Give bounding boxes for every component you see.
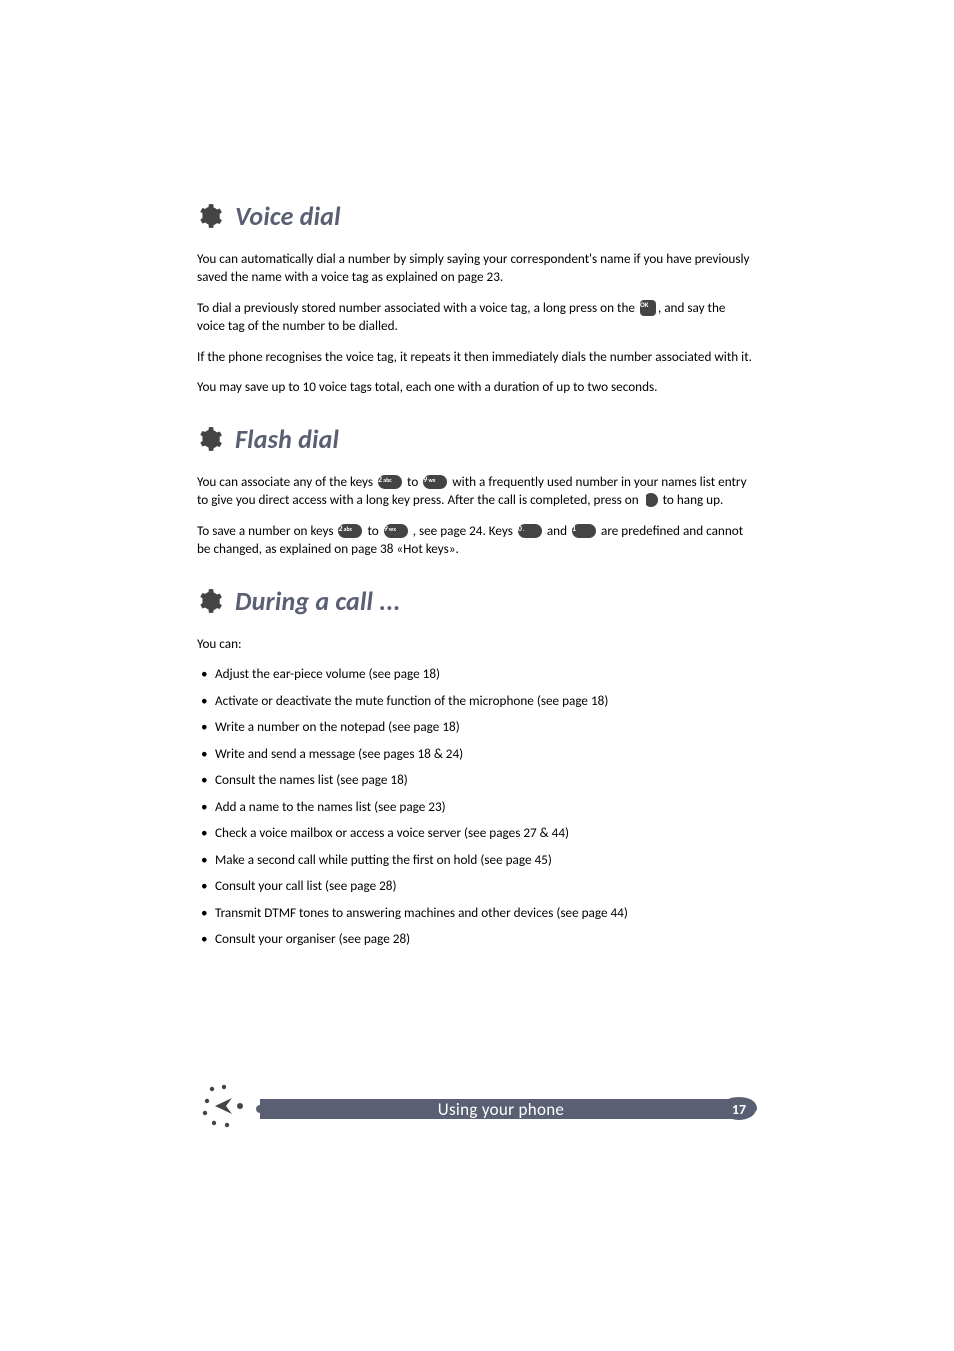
- key-label: 2: [378, 475, 382, 485]
- key-label: 9: [384, 524, 388, 534]
- para-intro: You can:: [197, 635, 754, 653]
- key-9-icon: 9wx: [384, 524, 408, 538]
- para: To dial a previously stored number assoc…: [197, 299, 754, 336]
- text: To dial a previously stored number assoc…: [197, 299, 638, 316]
- para: To save a number on keys 2abc to 9wx , s…: [197, 522, 754, 559]
- text: to: [407, 473, 421, 490]
- list-item: Consult your organiser (see page 28): [199, 930, 754, 948]
- key-label: 1: [572, 524, 576, 534]
- bullet-list: Adjust the ear-piece volume (see page 18…: [197, 665, 754, 948]
- text: You can associate any of the keys: [197, 473, 376, 490]
- hangup-key-icon: [644, 493, 658, 507]
- cog-icon: [197, 588, 223, 614]
- text: to: [367, 522, 381, 539]
- list-item: Check a voice mailbox or access a voice …: [199, 824, 754, 842]
- list-item: Add a name to the names list (see page 2…: [199, 798, 754, 816]
- text: , see page 24. Keys: [413, 522, 516, 539]
- list-item: Activate or deactivate the mute function…: [199, 692, 754, 710]
- para: You can associate any of the keys 2abc t…: [197, 473, 754, 510]
- dots-logo-icon: [200, 1081, 250, 1131]
- heading-row: Flash dial: [197, 423, 754, 455]
- section-flash-dial: Flash dial You can associate any of the …: [197, 423, 754, 559]
- section-during-call: During a call ... You can: Adjust the ea…: [197, 585, 754, 949]
- key-9-icon: 9wx: [423, 475, 447, 489]
- page-footer: Using your phone 17: [0, 1081, 954, 1141]
- ok-key-icon: OK: [640, 300, 656, 316]
- page-number: 17: [732, 1101, 746, 1118]
- list-item: Write a number on the notepad (see page …: [199, 718, 754, 736]
- para: If the phone recognises the voice tag, i…: [197, 348, 754, 366]
- text: and: [547, 522, 570, 539]
- heading-voice-dial: Voice dial: [235, 200, 341, 232]
- cog-icon: [197, 426, 223, 452]
- para: You can automatically dial a number by s…: [197, 250, 754, 287]
- key-label: 2: [338, 524, 342, 534]
- list-item: Make a second call while putting the fir…: [199, 851, 754, 869]
- key-1-icon: 1: [572, 524, 596, 538]
- footer-bar: Using your phone: [260, 1099, 742, 1119]
- key-label: 0: [518, 524, 522, 534]
- list-item: Consult the names list (see page 18): [199, 771, 754, 789]
- key-2-icon: 2abc: [378, 475, 402, 489]
- heading-row: During a call ...: [197, 585, 754, 617]
- page-number-badge: 17: [720, 1095, 758, 1123]
- heading-row: Voice dial: [197, 200, 754, 232]
- list-item: Consult your call list (see page 28): [199, 877, 754, 895]
- key-2-icon: 2abc: [338, 524, 362, 538]
- page-content: Voice dial You can automatically dial a …: [0, 0, 954, 949]
- heading-during-call: During a call ...: [235, 585, 401, 617]
- list-item: Write and send a message (see pages 18 &…: [199, 745, 754, 763]
- heading-flash-dial: Flash dial: [235, 423, 339, 455]
- para: You may save up to 10 voice tags total, …: [197, 378, 754, 396]
- cog-icon: [197, 203, 223, 229]
- text: to hang up.: [663, 491, 724, 508]
- key-0-icon: 0.: [518, 524, 542, 538]
- key-label: 9: [423, 475, 427, 485]
- footer-title: Using your phone: [438, 1099, 564, 1120]
- list-item: Transmit DTMF tones to answering machine…: [199, 904, 754, 922]
- section-voice-dial: Voice dial You can automatically dial a …: [197, 200, 754, 397]
- text: To save a number on keys: [197, 522, 336, 539]
- list-item: Adjust the ear-piece volume (see page 18…: [199, 665, 754, 683]
- footer-bar-dot: [256, 1105, 264, 1113]
